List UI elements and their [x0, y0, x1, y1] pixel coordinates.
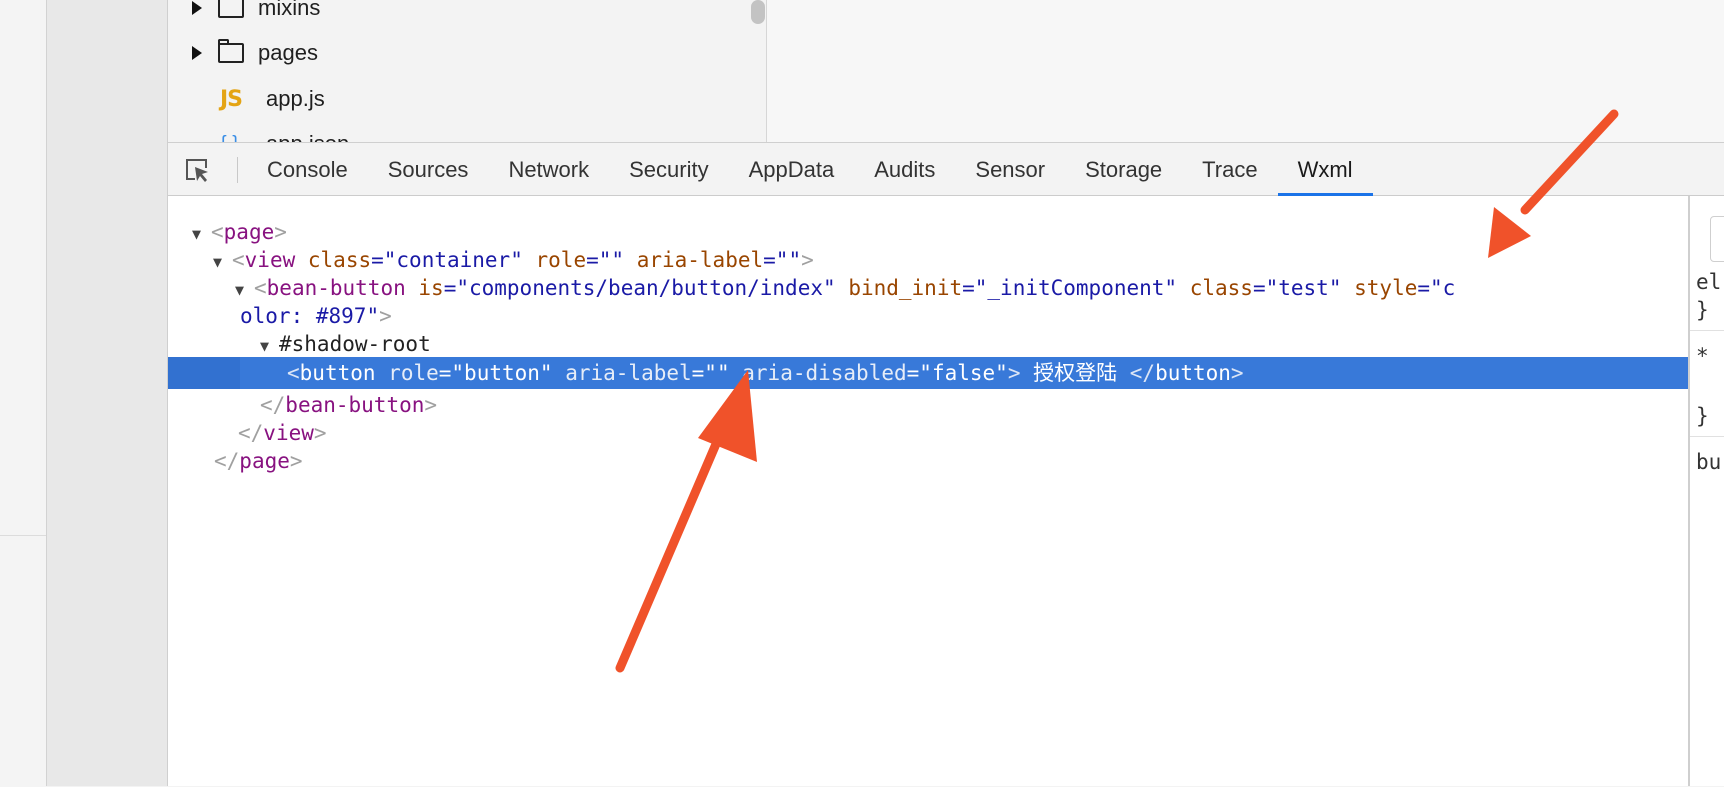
selection-gutter	[168, 357, 240, 389]
tag-name: button	[1155, 361, 1231, 385]
simulator-strip	[47, 0, 168, 786]
tag-name: bean-button	[285, 393, 425, 417]
devtools-tabs: Console Sources Network Security AppData Audi…	[247, 143, 1373, 196]
attr-name: style	[1354, 276, 1418, 300]
styles-filter-box[interactable]	[1710, 216, 1724, 262]
collapse-arrow-icon[interactable]: ▼	[213, 246, 222, 276]
tree-item-app-js[interactable]: JS app.js	[220, 79, 325, 119]
tree-item-mixins[interactable]: mixins	[192, 0, 320, 28]
tree-item-label: app.json	[266, 131, 349, 142]
tab-audits[interactable]: Audits	[854, 143, 955, 196]
devtools-toolbar: Console Sources Network Security AppData Audi…	[168, 142, 1724, 196]
styles-text: }	[1696, 298, 1709, 322]
attr-value: components/bean/button/index	[468, 276, 823, 300]
tab-appdata[interactable]: AppData	[729, 143, 855, 196]
styles-divider	[1690, 436, 1724, 437]
left-gutter-lower	[0, 535, 46, 787]
attr-name: role	[388, 361, 439, 385]
attr-name: aria-disabled	[742, 361, 907, 385]
wxml-close-bean-button[interactable]: </bean-button>	[168, 391, 1688, 419]
styles-text: el	[1696, 270, 1722, 294]
attr-name: bind_init	[848, 276, 963, 300]
tab-wxml[interactable]: Wxml	[1277, 143, 1373, 196]
tab-storage[interactable]: Storage	[1065, 143, 1182, 196]
attr-name: role	[535, 248, 587, 272]
wxml-close-page[interactable]: </page>	[168, 447, 1688, 475]
attr-value: false	[931, 361, 996, 385]
tag-name: page	[239, 449, 290, 473]
tree-item-label: mixins	[258, 0, 321, 20]
tree-item-pages[interactable]: pages	[192, 33, 318, 73]
tree-scrollbar[interactable]	[751, 0, 765, 24]
tree-item-app-json[interactable]: { } app.json	[220, 124, 349, 142]
styles-text: bu	[1696, 450, 1722, 474]
json-file-icon: { }	[220, 133, 250, 143]
tab-security[interactable]: Security	[609, 143, 728, 196]
file-tree: mixins pages JS app.js { } app.json	[168, 0, 765, 142]
attr-value: olor: #897	[240, 304, 367, 328]
folder-icon	[218, 39, 244, 63]
button-inner-text: 授权登陆	[1020, 361, 1130, 385]
wxml-close-view[interactable]: </view>	[168, 419, 1688, 447]
attr-name: class	[307, 248, 372, 272]
attr-value: c	[1442, 276, 1456, 300]
wxml-panel: ▼ <page> ▼ <view class="container" role=…	[168, 196, 1688, 786]
tab-sensor[interactable]: Sensor	[955, 143, 1065, 196]
collapse-arrow-icon[interactable]: ▼	[192, 218, 201, 248]
attr-value: test	[1278, 276, 1329, 300]
tag-name: page	[223, 220, 275, 244]
styles-divider	[1690, 330, 1724, 331]
styles-pane: el } * } bu	[1690, 196, 1724, 786]
preview-area	[767, 0, 1724, 142]
tree-item-label: pages	[258, 40, 318, 65]
tag-name: view	[263, 421, 314, 445]
expand-arrow-icon[interactable]	[192, 1, 202, 15]
styles-text: *	[1696, 344, 1709, 368]
expand-arrow-icon[interactable]	[192, 46, 202, 60]
wxml-node-shadow-root[interactable]: ▼ #shadow-root	[168, 330, 1688, 358]
left-gutter	[0, 0, 46, 787]
tab-sources[interactable]: Sources	[368, 143, 489, 196]
tag-name: view	[244, 248, 296, 272]
shadow-root-label: #shadow-root	[279, 332, 431, 356]
attr-value: button	[464, 361, 540, 385]
wxml-node-button-selected[interactable]: <button role="button" aria-label="" aria…	[168, 357, 1688, 389]
tab-trace[interactable]: Trace	[1182, 143, 1277, 196]
attr-value: container	[396, 248, 511, 272]
js-file-icon: JS	[220, 86, 243, 112]
folder-icon	[218, 0, 244, 18]
wxml-node-bean-button-wrap: olor: #897">	[240, 304, 392, 328]
attr-name: is	[418, 276, 444, 300]
wxml-node-bean-button[interactable]: ▼ <bean-button is="components/bean/butto…	[168, 274, 1688, 302]
tree-item-label: app.js	[266, 86, 325, 111]
attr-name: class	[1189, 276, 1253, 300]
inspect-element-icon[interactable]	[184, 157, 210, 183]
tab-network[interactable]: Network	[488, 143, 609, 196]
tab-console[interactable]: Console	[247, 143, 368, 196]
tag-name: button	[299, 361, 376, 385]
tag-name: bean-button	[266, 276, 406, 300]
toolbar-separator	[237, 157, 238, 183]
wxml-node-view[interactable]: ▼ <view class="container" role="" aria-l…	[168, 246, 1688, 274]
wxml-node-page[interactable]: ▼ <page>	[168, 218, 1688, 246]
collapse-arrow-icon[interactable]: ▼	[260, 330, 269, 360]
attr-name: aria-label	[636, 248, 764, 272]
collapse-arrow-icon[interactable]: ▼	[235, 274, 244, 304]
attr-value: _initComponent	[987, 276, 1165, 300]
attr-name: aria-label	[565, 361, 692, 385]
styles-text: }	[1696, 404, 1709, 428]
